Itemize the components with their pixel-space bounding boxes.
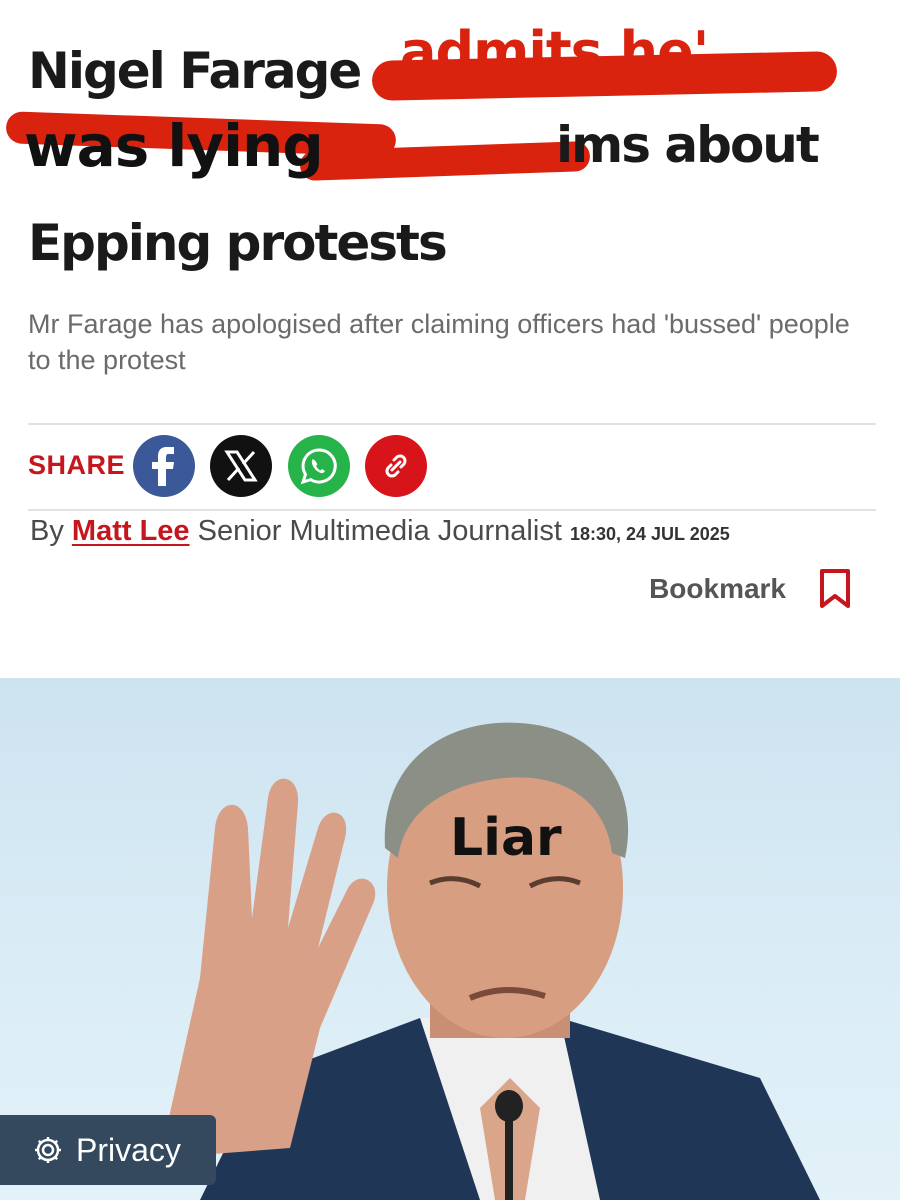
copy-link-button[interactable]: [365, 435, 427, 497]
byline: By Matt Lee Senior Multimedia Journalist…: [30, 515, 730, 548]
gear-icon: [35, 1137, 61, 1163]
facebook-share-button[interactable]: [133, 435, 195, 497]
facebook-icon: [152, 447, 174, 486]
article-standfirst: Mr Farage has apologised after claiming …: [28, 309, 850, 375]
headline-text-end: Epping protests: [28, 214, 448, 272]
image-caption-liar: Liar: [450, 808, 562, 868]
share-label: SHARE: [28, 450, 126, 480]
whatsapp-icon: [300, 448, 337, 485]
overlay-was-lying: was lying: [24, 112, 324, 180]
x-share-button[interactable]: [210, 435, 272, 497]
headline-text-ims-about: ims about: [556, 116, 820, 174]
bookmark-button[interactable]: Bookmark: [649, 568, 852, 610]
headline-line-1: Nigel Farage: [28, 28, 362, 114]
x-icon: [224, 450, 258, 482]
bookmark-icon: [820, 569, 850, 608]
headline-text-start: Nigel Farage: [28, 42, 362, 100]
privacy-label: Privacy: [76, 1131, 181, 1168]
headline-line-3: Epping protests: [28, 200, 448, 286]
publish-timestamp: 18:30, 24 JUL 2025: [569, 524, 730, 544]
privacy-button[interactable]: Privacy: [0, 1115, 216, 1185]
byline-prefix: By: [30, 515, 64, 547]
author-role: Senior Multimedia Journalist: [197, 515, 562, 547]
author-link[interactable]: Matt Lee: [72, 515, 190, 547]
divider-bottom: [28, 509, 876, 511]
link-icon: [385, 454, 407, 478]
whatsapp-share-button[interactable]: [288, 435, 350, 497]
bookmark-label: Bookmark: [649, 573, 786, 604]
overlay-admits-he: admits he': [400, 20, 709, 83]
divider-top: [28, 423, 876, 425]
